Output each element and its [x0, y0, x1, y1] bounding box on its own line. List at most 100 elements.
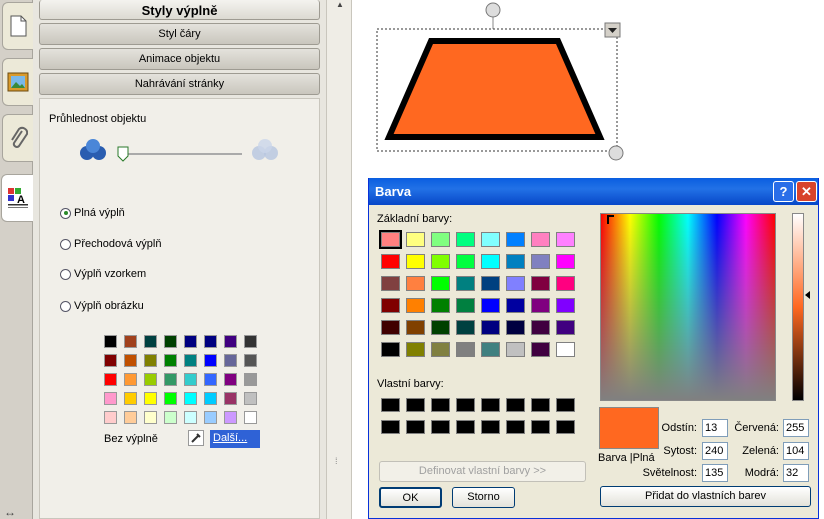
panel-splitter[interactable]: ▲ ⁞	[326, 0, 352, 519]
fill-color-swatch[interactable]	[204, 354, 217, 367]
basic-color-swatch[interactable]	[531, 276, 550, 291]
custom-color-swatch[interactable]	[531, 420, 550, 434]
fill-color-swatch[interactable]	[184, 392, 197, 405]
slider-thumb[interactable]	[117, 146, 129, 162]
custom-color-swatch[interactable]	[381, 398, 400, 412]
custom-color-swatch[interactable]	[506, 398, 525, 412]
custom-color-swatch[interactable]	[456, 398, 475, 412]
fill-styles-header[interactable]: Styly výplně	[39, 0, 320, 20]
basic-color-swatch[interactable]	[431, 254, 450, 269]
fill-color-swatch[interactable]	[104, 411, 117, 424]
fill-color-swatch[interactable]	[164, 335, 177, 348]
whiteboard-canvas[interactable]	[353, 0, 824, 178]
fill-color-swatch[interactable]	[244, 354, 257, 367]
custom-color-swatch[interactable]	[431, 398, 450, 412]
custom-color-swatch[interactable]	[431, 420, 450, 434]
fill-color-swatch[interactable]	[144, 411, 157, 424]
custom-color-swatch[interactable]	[456, 420, 475, 434]
custom-color-swatch[interactable]	[531, 398, 550, 412]
fill-color-swatch[interactable]	[224, 373, 237, 386]
basic-color-swatch[interactable]	[431, 232, 450, 247]
object-animation-header[interactable]: Animace objektu	[39, 48, 320, 70]
luminance-field[interactable]: 135	[702, 464, 728, 482]
cancel-button[interactable]: Storno	[452, 487, 515, 508]
fill-color-swatch[interactable]	[144, 373, 157, 386]
basic-color-swatch[interactable]	[456, 276, 475, 291]
fill-color-swatch[interactable]	[224, 335, 237, 348]
fill-color-swatch[interactable]	[164, 373, 177, 386]
pattern-fill-option[interactable]: Výplň vzorkem	[60, 268, 146, 280]
close-button[interactable]: ✕	[796, 181, 817, 202]
basic-color-swatch[interactable]	[556, 276, 575, 291]
fill-color-swatch[interactable]	[244, 335, 257, 348]
basic-color-swatch[interactable]	[531, 232, 550, 247]
resize-handle[interactable]	[608, 145, 624, 161]
color-spectrum[interactable]	[600, 213, 776, 401]
basic-color-swatch[interactable]	[431, 298, 450, 313]
fill-color-swatch[interactable]	[224, 392, 237, 405]
basic-color-swatch[interactable]	[406, 298, 425, 313]
basic-color-swatch[interactable]	[456, 232, 475, 247]
green-field[interactable]: 104	[783, 442, 809, 460]
fill-color-swatch[interactable]	[124, 373, 137, 386]
basic-color-swatch[interactable]	[531, 342, 550, 357]
fill-color-swatch[interactable]	[184, 411, 197, 424]
fill-color-swatch[interactable]	[144, 392, 157, 405]
ok-button[interactable]: OK	[379, 487, 442, 508]
basic-color-swatch[interactable]	[506, 320, 525, 335]
basic-color-swatch[interactable]	[379, 230, 402, 249]
basic-color-swatch[interactable]	[431, 342, 450, 357]
custom-color-swatch[interactable]	[556, 420, 575, 434]
luminance-arrow-icon[interactable]	[805, 291, 810, 299]
basic-color-swatch[interactable]	[556, 320, 575, 335]
splitter-grip-icon[interactable]: ⁞	[335, 456, 338, 466]
fill-color-swatch[interactable]	[164, 411, 177, 424]
custom-color-swatch[interactable]	[481, 420, 500, 434]
fill-color-swatch[interactable]	[244, 373, 257, 386]
basic-color-swatch[interactable]	[481, 232, 500, 247]
resize-arrows-icon[interactable]: ↔	[4, 505, 16, 519]
page-sorter-tab[interactable]	[2, 2, 33, 50]
help-button[interactable]: ?	[773, 181, 794, 202]
transparency-slider[interactable]	[117, 145, 247, 163]
basic-color-swatch[interactable]	[556, 298, 575, 313]
solid-fill-option[interactable]: Plná výplň	[60, 207, 125, 219]
fill-color-swatch[interactable]	[104, 335, 117, 348]
red-field[interactable]: 255	[783, 419, 809, 437]
basic-color-swatch[interactable]	[556, 232, 575, 247]
basic-color-swatch[interactable]	[506, 254, 525, 269]
basic-color-swatch[interactable]	[531, 254, 550, 269]
radio-button[interactable]	[60, 300, 71, 312]
basic-color-swatch[interactable]	[456, 342, 475, 357]
saturation-field[interactable]: 240	[702, 442, 728, 460]
custom-color-swatch[interactable]	[406, 398, 425, 412]
fill-color-swatch[interactable]	[184, 354, 197, 367]
fill-color-swatch[interactable]	[224, 411, 237, 424]
basic-color-swatch[interactable]	[381, 298, 400, 313]
fill-color-swatch[interactable]	[224, 354, 237, 367]
radio-button[interactable]	[60, 238, 71, 250]
basic-color-swatch[interactable]	[381, 276, 400, 291]
custom-color-swatch[interactable]	[381, 420, 400, 434]
radio-button[interactable]	[60, 207, 71, 219]
fill-color-swatch[interactable]	[204, 373, 217, 386]
dialog-titlebar[interactable]: Barva	[369, 178, 818, 205]
basic-color-swatch[interactable]	[506, 232, 525, 247]
fill-color-swatch[interactable]	[244, 392, 257, 405]
basic-color-swatch[interactable]	[406, 342, 425, 357]
basic-color-swatch[interactable]	[531, 298, 550, 313]
basic-color-swatch[interactable]	[506, 276, 525, 291]
scroll-up-icon[interactable]: ▲	[334, 0, 346, 10]
fill-color-swatch[interactable]	[124, 392, 137, 405]
fill-color-swatch[interactable]	[164, 354, 177, 367]
spectrum-crosshair[interactable]	[607, 215, 614, 224]
fill-color-swatch[interactable]	[144, 335, 157, 348]
fill-color-swatch[interactable]	[184, 373, 197, 386]
attachments-tab[interactable]	[2, 114, 33, 162]
basic-color-swatch[interactable]	[406, 254, 425, 269]
radio-button[interactable]	[60, 268, 71, 280]
fill-color-swatch[interactable]	[204, 411, 217, 424]
custom-color-swatch[interactable]	[556, 398, 575, 412]
luminance-bar[interactable]	[792, 213, 804, 401]
custom-color-swatch[interactable]	[481, 398, 500, 412]
